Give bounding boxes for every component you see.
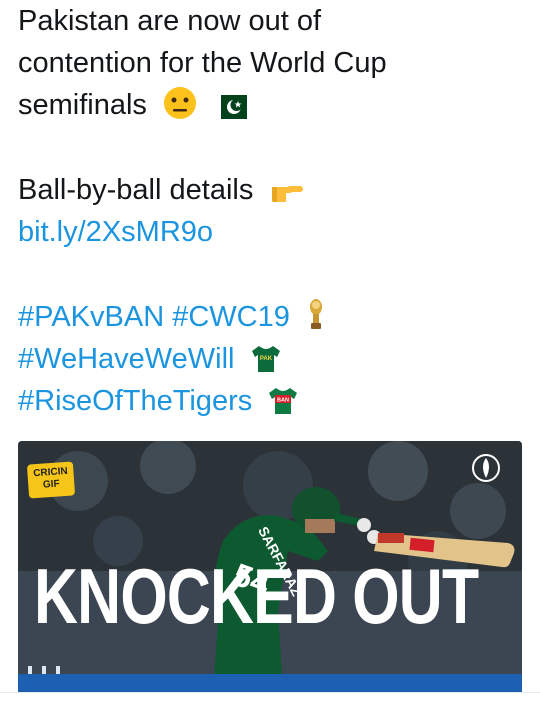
hashtag-link[interactable]: #WeHaveWeWill — [18, 343, 234, 375]
divider — [0, 692, 540, 693]
tweet-text: Pakistan are now out of contention for t… — [18, 0, 528, 422]
tweet-line: semifinals — [18, 84, 528, 126]
details-link[interactable]: bit.ly/2XsMR9o — [18, 216, 213, 248]
neutral-face-icon — [163, 86, 197, 132]
tweet-line: bit.ly/2XsMR9o — [18, 211, 528, 253]
tweet-line: #RiseOfTheTigers BAN — [18, 380, 528, 422]
tweet-line: contention for the World Cup — [18, 47, 387, 79]
pak-jersey-text: PAK — [259, 356, 272, 362]
pakistan-flag-icon — [213, 90, 248, 132]
details-text: Ball-by-ball details — [18, 174, 254, 206]
tweet-line: #PAKvBAN #CWC19 — [18, 296, 528, 338]
tweet-line-text: semifinals — [18, 89, 147, 121]
ad-board — [18, 674, 522, 692]
tweet-media-gif[interactable]: SARFARAZ 54 CRICIN GIF KNOCKED OUT — [18, 441, 522, 692]
tweet-line: #WeHaveWeWill PAK — [18, 338, 528, 380]
hashtag-link[interactable]: #RiseOfTheTigers — [18, 385, 252, 417]
world-cup-logo-icon — [466, 453, 506, 485]
ban-jersey-text: BAN — [277, 398, 289, 404]
tweet-line: Pakistan are now out of — [18, 5, 322, 37]
knocked-out-text: KNOCKED OUT — [34, 552, 479, 640]
hashtags-link[interactable]: #PAKvBAN #CWC19 — [18, 301, 290, 333]
cricingif-logo: CRICIN GIF — [26, 461, 76, 499]
tweet-line: Ball-by-ball details — [18, 169, 528, 211]
bangladesh-jersey-icon: BAN — [268, 386, 298, 428]
pointing-right-icon — [269, 175, 305, 217]
trophy-icon — [306, 298, 326, 344]
